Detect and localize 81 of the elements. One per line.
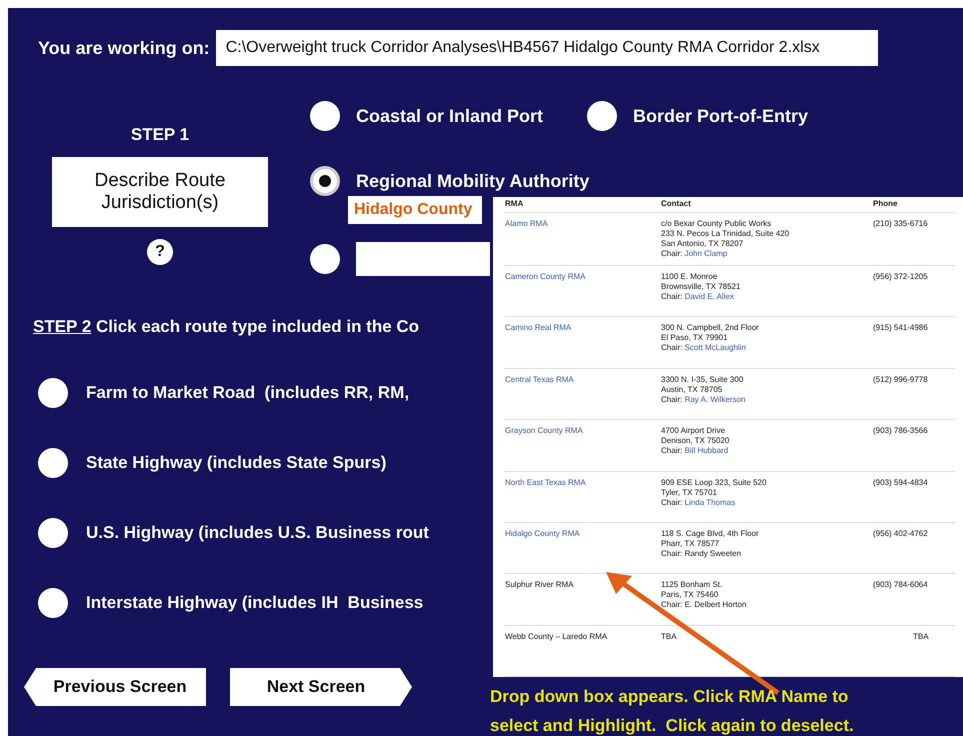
radio-button[interactable] — [310, 101, 340, 131]
chair-name[interactable]: John Clamp — [684, 249, 728, 258]
contact-line: Pharr, TX 78577 — [661, 538, 720, 549]
contact-line: 909 ESE Loop 323, Suite 520 — [661, 478, 766, 488]
contact-line: 233 N. Pecos La Trinidad, Suite 420 — [661, 229, 790, 239]
route-type-label: U.S. Highway (includes U.S. Business rout — [86, 523, 429, 543]
phone-number: (210) 335-6716 — [873, 219, 929, 230]
radio-button[interactable] — [38, 588, 68, 618]
route-type-label: Interstate Highway (includes IH Business — [86, 593, 424, 613]
file-path-field[interactable]: C:\Overweight truck Corridor Analyses\HB4567 Hidalgo County RMA Corridor 2.xlsx — [216, 30, 878, 66]
chair-name[interactable]: David E. Allex — [684, 292, 734, 301]
contact-line: 118 S. Cage Blvd, 4th Floor — [661, 528, 759, 539]
rma-name[interactable]: Central Texas RMA — [505, 374, 661, 414]
route-type-label: Farm to Market Road (includes RR, RM, — [86, 383, 410, 403]
rma-name[interactable]: Hidalgo County RMA — [505, 528, 661, 568]
rma-name[interactable]: Grayson County RMA — [505, 426, 661, 464]
phone-number: (915) 541-4986 — [873, 323, 929, 334]
step-title: STEP 1 — [130, 125, 190, 145]
radio-button[interactable] — [587, 101, 618, 131]
chair-line: Chair: John Clamp — [661, 249, 728, 259]
contact-line: San Antonio, TX 78207 — [661, 239, 744, 249]
working-on-label: You are working on: — [38, 38, 210, 58]
chair-name[interactable]: Bill Hubbard — [684, 446, 728, 456]
chair-name: Randy Sweeten — [684, 548, 742, 558]
radio-button[interactable] — [38, 518, 68, 548]
rma-name[interactable]: Camino Real RMA — [505, 323, 661, 362]
phone-number: (903) 784-6064 — [873, 580, 929, 592]
column-header: Phone — [873, 199, 898, 208]
chair-name[interactable]: Ray A. Wilkerson — [684, 394, 746, 404]
step-instruction: STEP 2 Click each route type included in the Co — [33, 317, 420, 337]
contact-line: Brownsville, TX 78521 — [661, 282, 740, 292]
option-label: Border Port-of-Entry — [633, 106, 808, 126]
phone-number: (956) 372-1205 — [873, 272, 929, 283]
radio-button[interactable] — [310, 244, 340, 274]
chair-line: Chair: Scott McLaughlin — [661, 343, 746, 354]
rma-name[interactable]: North East Texas RMA — [505, 478, 661, 516]
chair-name[interactable]: Scott McLaughlin — [684, 343, 746, 352]
chair-line: Chair: Linda Thomas — [661, 498, 736, 508]
phone-number: (903) 594-4834 — [873, 478, 929, 489]
phone-number: (903) 786-3566 — [873, 426, 929, 438]
chair-line: Chair: Bill Hubbard — [661, 446, 728, 456]
rma-name[interactable]: Sulphur River RMA — [505, 580, 661, 619]
chair-line: Chair: Ray A. Wilkerson — [661, 394, 746, 405]
help-button[interactable]: ? — [147, 239, 173, 265]
contact-line: Paris, TX 75460 — [661, 590, 718, 600]
chair-line: Chair: David E. Allex — [661, 292, 734, 302]
column-header: RMA — [505, 199, 524, 208]
callout-text: Drop down box appears. Click RMA Name to select and Highlight. Click again to deselect. — [490, 686, 854, 736]
column-header: Contact — [661, 199, 692, 208]
contact-line: Tyler, TX 75701 — [661, 488, 717, 498]
phone-number: (512) 996-9778 — [873, 374, 929, 386]
chair-line: Chair: Randy Sweeten — [661, 548, 742, 559]
phone-number: (956) 402-4762 — [873, 528, 929, 540]
contact-line: 1100 E. Monroe — [661, 272, 718, 282]
chair-name: E. Delbert Horton — [684, 600, 746, 610]
contact-line: Denison, TX 75020 — [661, 436, 730, 446]
radio-button[interactable] — [310, 166, 340, 196]
option-label: Regional Mobility Authority — [356, 170, 590, 192]
contact-line: El Paso, TX 79901 — [661, 333, 728, 344]
contact-line: c/o Bexar County Public Works — [661, 219, 772, 229]
rma-name[interactable]: Webb County – Laredo RMA — [505, 632, 661, 670]
contact-line: 4700 Airport Drive — [661, 426, 726, 436]
describe-route-button[interactable]: Describe Route Jurisdiction(s) — [52, 157, 268, 227]
contact-line: 3300 N. I-35, Suite 300 — [661, 374, 744, 385]
contact-line: Austin, TX 78705 — [661, 384, 722, 395]
chair-line: Chair: E. Delbert Horton — [661, 600, 746, 610]
phone-number: TBA — [912, 632, 930, 643]
radio-button[interactable] — [38, 378, 68, 408]
rma-field[interactable]: Hidalgo County — [348, 196, 482, 224]
contact-line: TBA — [661, 632, 677, 642]
previous-screen-button[interactable]: Previous Screen — [24, 668, 206, 706]
next-screen-button[interactable]: Next Screen — [230, 668, 412, 706]
contact-line: 300 N. Campbell, 2nd Floor — [661, 323, 759, 334]
radio-button[interactable] — [38, 448, 68, 478]
rma-name[interactable]: Alamo RMA — [505, 219, 661, 259]
other-field[interactable] — [356, 242, 490, 276]
route-type-label: State Highway (includes State Spurs) — [86, 453, 386, 473]
contact-line: 1125 Bonham St. — [661, 580, 722, 590]
option-label: Coastal or Inland Port — [356, 106, 544, 126]
rma-name[interactable]: Cameron County RMA — [505, 272, 661, 310]
chair-name[interactable]: Linda Thomas — [684, 498, 736, 506]
